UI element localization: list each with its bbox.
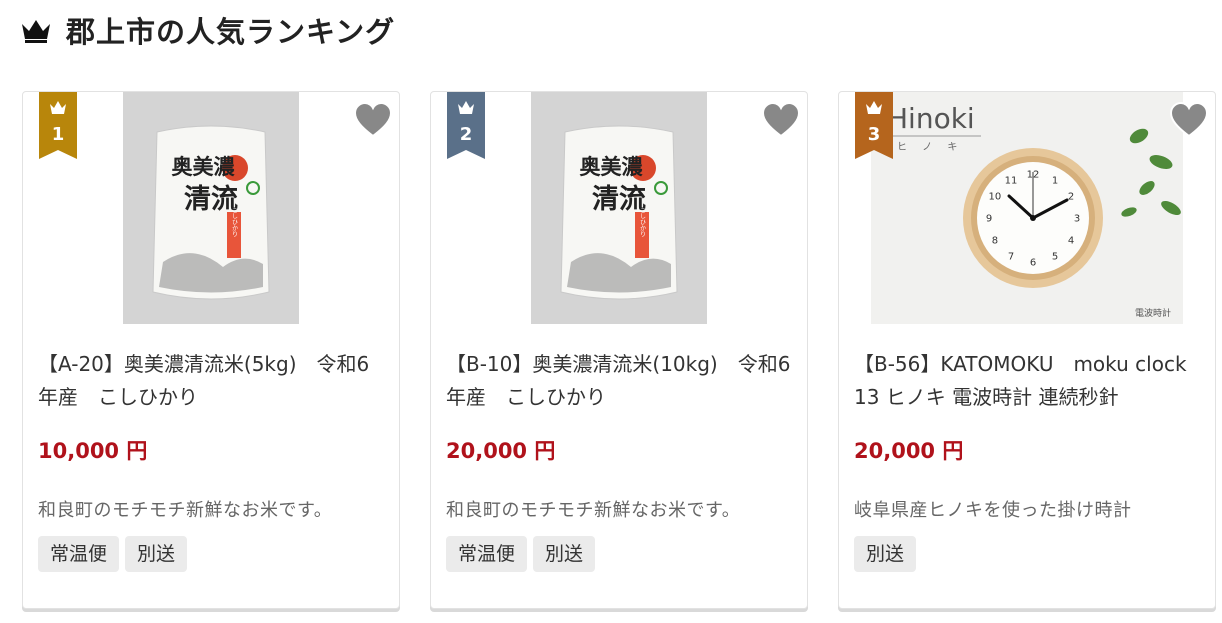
svg-text:2: 2 — [460, 124, 473, 145]
clock-numeral: 2 — [1068, 192, 1074, 203]
product-description: 岐阜県産ヒノキを使った掛け時計 — [854, 500, 1132, 521]
clock-numeral: 6 — [1030, 258, 1036, 269]
clock-numeral: 7 — [1008, 252, 1014, 263]
favorite-heart-icon[interactable] — [353, 102, 393, 138]
product-description: 和良町のモチモチ新鮮なお米です。 — [446, 500, 741, 521]
svg-text:1: 1 — [52, 124, 65, 145]
svg-text:こしひかり: こしひかり — [231, 207, 238, 237]
rice-bag-image: 奥美濃 清流 こしひかり — [531, 92, 707, 324]
favorite-heart-icon[interactable] — [1169, 102, 1209, 138]
svg-text:3: 3 — [868, 124, 881, 145]
product-card[interactable]: Hinoki ヒ ノ キ 12 1 2 3 4 5 6 7 8 9 10 11 電波 — [838, 91, 1216, 609]
clock-numeral: 8 — [992, 236, 998, 247]
product-card[interactable]: 奥美濃 清流 こしひかり 2 【B-10】奥美濃清流米(10kg) 令和6年産 … — [430, 91, 808, 609]
wall-clock-image: Hinoki ヒ ノ キ 121234567891011 電波時計 — [871, 92, 1183, 324]
clock-numeral: 5 — [1052, 252, 1058, 263]
crown-icon — [22, 20, 50, 43]
tag-separate-shipping: 別送 — [854, 536, 917, 572]
product-card[interactable]: 奥美濃 清流 こしひかり 1 【A-20】奥美濃清流米(5kg) 令和6年産 こ… — [22, 91, 400, 609]
clock-numeral: 10 — [989, 192, 1002, 203]
tag-room-temp: 常温便 — [38, 536, 120, 572]
tag-list: 常温便 別送 — [446, 536, 596, 572]
clock-numeral: 4 — [1068, 236, 1074, 247]
tag-room-temp: 常温便 — [446, 536, 528, 572]
product-title[interactable]: 【B-56】KATOMOKU moku clock 13 ヒノキ 電波時計 連続… — [854, 348, 1204, 414]
favorite-heart-icon[interactable] — [761, 102, 801, 138]
ranking-heading: 郡上市の人気ランキング — [20, 10, 395, 50]
page-title: 郡上市の人気ランキング — [66, 15, 396, 49]
product-image[interactable]: 奥美濃 清流 こしひかり — [23, 92, 399, 324]
rice-bag-image: 奥美濃 清流 こしひかり — [123, 92, 299, 324]
product-price: 10,000 円 — [38, 439, 148, 463]
product-image[interactable]: 奥美濃 清流 こしひかり — [431, 92, 807, 324]
svg-text:こしひかり: こしひかり — [639, 207, 646, 237]
clock-numeral: 1 — [1052, 175, 1058, 186]
product-description: 和良町のモチモチ新鮮なお米です。 — [38, 500, 333, 521]
tag-separate-shipping: 別送 — [533, 536, 596, 572]
product-price: 20,000 円 — [446, 439, 556, 463]
tag-list: 常温便 別送 — [38, 536, 188, 572]
clock-numeral: 3 — [1074, 214, 1080, 225]
clock-numeral: 9 — [986, 214, 992, 225]
product-image[interactable]: Hinoki ヒ ノ キ 12 1 2 3 4 5 6 7 8 9 10 11 電波 — [839, 92, 1215, 324]
product-price: 20,000 円 — [854, 439, 964, 463]
product-title[interactable]: 【B-10】奥美濃清流米(10kg) 令和6年産 こしひかり — [446, 348, 796, 414]
tag-separate-shipping: 別送 — [125, 536, 188, 572]
rank-badge-1: 1 — [39, 92, 77, 159]
svg-text:Hinoki: Hinoki — [887, 102, 975, 135]
svg-text:電波時計: 電波時計 — [1135, 307, 1171, 319]
svg-text:奥美濃: 奥美濃 — [580, 154, 644, 179]
rank-badge-3: 3 — [855, 92, 893, 159]
rank-badge-2: 2 — [447, 92, 485, 159]
tag-list: 別送 — [854, 536, 917, 572]
clock-numeral: 11 — [1005, 175, 1018, 186]
product-title[interactable]: 【A-20】奥美濃清流米(5kg) 令和6年産 こしひかり — [38, 348, 388, 414]
ranking-list: 奥美濃 清流 こしひかり 1 【A-20】奥美濃清流米(5kg) 令和6年産 こ… — [22, 91, 1216, 611]
svg-text:ヒ ノ キ: ヒ ノ キ — [897, 141, 963, 153]
svg-text:奥美濃: 奥美濃 — [172, 154, 236, 179]
